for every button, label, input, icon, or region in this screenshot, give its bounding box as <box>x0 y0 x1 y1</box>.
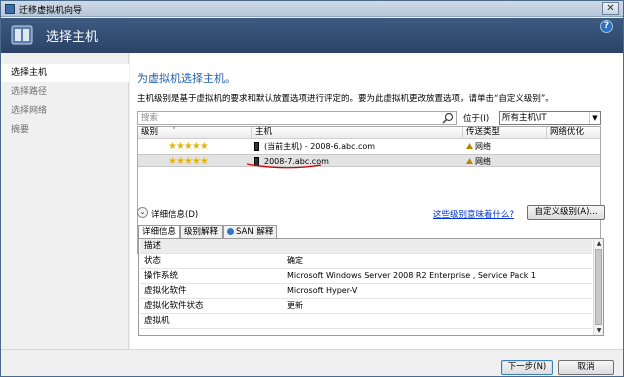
content-description: 主机级别是基于虚拟机的要求和默认放置选项进行评定的。要为此虚拟机更改放置选项，请… <box>137 94 554 104</box>
page-title: 选择主机 <box>46 30 99 45</box>
location-label: 位于(I) <box>463 114 490 124</box>
info-icon <box>227 228 234 235</box>
tab-details[interactable]: 详细信息 <box>138 225 180 239</box>
search-icon[interactable] <box>442 112 454 124</box>
transfer-type: 网络 <box>475 142 491 151</box>
host-name: (当前主机) - 2008-6.abc.com <box>264 142 376 151</box>
step-select-path[interactable]: 选择路径 <box>1 83 129 101</box>
window-title: 迁移虚拟机向导 <box>19 6 83 16</box>
wizard-steps: 选择主机 选择路径 选择网络 摘要 <box>1 53 129 349</box>
collapse-icon[interactable]: ⌄ <box>137 207 148 218</box>
wizard-footer: 下一步(N) 取消 <box>1 349 623 376</box>
chevron-down-icon: ▼ <box>589 112 600 124</box>
network-icon <box>466 158 473 164</box>
details-panel: 描述 状态 确定 操作系统 Microsoft Windows Server 200… <box>138 238 604 336</box>
custom-rating-button[interactable]: 自定义级别(A)... <box>527 205 605 220</box>
column-header-transfer[interactable]: 传送类型 <box>463 127 547 139</box>
server-icon <box>11 25 33 45</box>
details-row: 虚拟机 <box>140 314 592 329</box>
details-scrollbar[interactable]: ▲ ▼ <box>593 239 603 335</box>
help-icon[interactable]: ? <box>600 20 613 33</box>
table-row[interactable]: ★★★★★ (当前主机) - 2008-6.abc.com 网络 <box>138 140 600 153</box>
scroll-thumb[interactable] <box>595 249 602 325</box>
wizard-header: 选择主机 ? <box>1 18 623 53</box>
search-row: 搜索 位于(I) 所有主机\IT ▼ <box>137 111 601 125</box>
details-bar: ⌄ 详细信息(D) 这些级别意味着什么? 自定义级别(A)... <box>137 205 605 221</box>
transfer-type: 网络 <box>475 157 491 166</box>
cancel-button[interactable]: 取消 <box>558 360 614 375</box>
table-row[interactable]: ★★★★★ 2008-7.abc.com 网络 <box>138 154 600 167</box>
sort-arrow-icon: ˅ <box>172 127 177 137</box>
title-bar: 迁移虚拟机向导 ✕ <box>1 1 623 17</box>
details-row: 虚拟化软件 Microsoft Hyper-V <box>140 284 592 299</box>
step-select-network[interactable]: 选择网络 <box>1 102 129 120</box>
app-icon <box>5 4 15 14</box>
close-icon: ✕ <box>606 3 615 14</box>
host-icon <box>254 142 259 151</box>
content-heading: 为虚拟机选择主机。 <box>137 72 236 85</box>
next-button[interactable]: 下一步(N) <box>501 360 553 375</box>
details-label: 详细信息(D) <box>151 210 199 220</box>
tab-rating-explanation[interactable]: 级别解释 <box>180 225 223 238</box>
details-row: 描述 <box>140 239 592 254</box>
scroll-down-icon[interactable]: ▼ <box>594 326 603 335</box>
details-row: 虚拟化软件状态 更新 <box>140 299 592 314</box>
location-dropdown[interactable]: 所有主机\IT ▼ <box>499 111 601 125</box>
step-summary[interactable]: 摘要 <box>1 121 129 139</box>
close-button[interactable]: ✕ <box>602 2 619 15</box>
column-header-host[interactable]: 主机 <box>252 127 463 139</box>
wizard-window: 迁移虚拟机向导 ✕ 选择主机 ? 选择主机 选择路径 选择网络 摘要 为虚拟机选… <box>0 0 624 377</box>
column-header-rating[interactable]: 级别 ˅ <box>138 127 252 139</box>
rating-meaning-link[interactable]: 这些级别意味着什么? <box>433 208 514 220</box>
rating-stars: ★★★★★ <box>168 141 209 152</box>
rating-stars: ★★★★★ <box>168 156 209 167</box>
main-content: 为虚拟机选择主机。 主机级别是基于虚拟机的要求和默认放置选项进行评定的。要为此虚… <box>130 53 623 349</box>
column-header-netopt[interactable]: 网络优化 <box>547 127 600 139</box>
network-icon <box>466 143 473 149</box>
details-row: 状态 确定 <box>140 254 592 269</box>
location-value: 所有主机\IT <box>502 113 547 123</box>
tab-san-explanation[interactable]: SAN 解释 <box>223 225 277 238</box>
details-row: 操作系统 Microsoft Windows Server 2008 R2 Ent… <box>140 269 592 284</box>
scroll-up-icon[interactable]: ▲ <box>594 239 603 248</box>
step-select-host[interactable]: 选择主机 <box>1 64 129 82</box>
search-input[interactable]: 搜索 <box>137 111 457 125</box>
red-annotation-underline <box>246 163 322 169</box>
